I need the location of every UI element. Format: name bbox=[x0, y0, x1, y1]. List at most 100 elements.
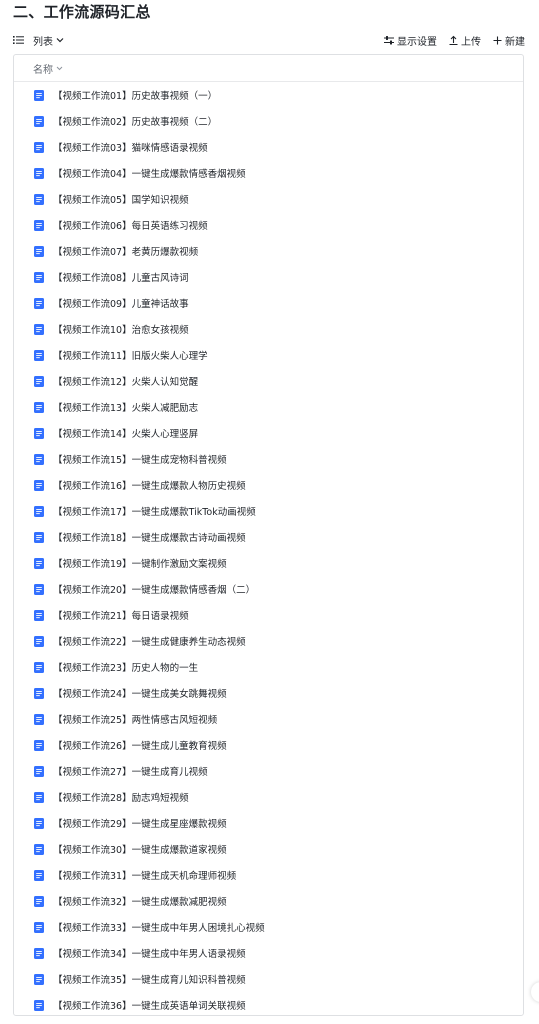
display-settings-button[interactable]: 显示设置 bbox=[384, 33, 437, 48]
list-item-label: 【视频工作流23】历史人物的一生 bbox=[53, 663, 199, 674]
document-icon bbox=[34, 947, 44, 959]
document-icon bbox=[34, 921, 44, 933]
list-item[interactable]: 【视频工作流31】一键生成天机命理师视频 bbox=[14, 862, 523, 888]
list-item-label: 【视频工作流22】一键生成健康养生动态视频 bbox=[53, 637, 246, 648]
list-item[interactable]: 【视频工作流29】一键生成星座爆款视频 bbox=[14, 810, 523, 836]
document-icon bbox=[34, 401, 44, 413]
floating-help-button[interactable] bbox=[531, 982, 539, 1002]
document-icon bbox=[34, 453, 44, 465]
list-item[interactable]: 【视频工作流22】一键生成健康养生动态视频 bbox=[14, 628, 523, 654]
display-settings-label: 显示设置 bbox=[397, 36, 437, 48]
view-mode-dropdown[interactable]: 列表 bbox=[13, 33, 64, 48]
list-item-label: 【视频工作流32】一键生成爆款减肥视频 bbox=[53, 897, 227, 908]
list-item[interactable]: 【视频工作流17】一键生成爆款TikTok动画视频 bbox=[14, 498, 523, 524]
document-icon bbox=[34, 713, 44, 725]
document-icon bbox=[34, 843, 44, 855]
list-item-label: 【视频工作流15】一键生成宠物科普视频 bbox=[53, 455, 227, 466]
list-item[interactable]: 【视频工作流08】儿童古风诗词 bbox=[14, 264, 523, 290]
upload-icon bbox=[449, 35, 458, 45]
list-item[interactable]: 【视频工作流18】一键生成爆款古诗动画视频 bbox=[14, 524, 523, 550]
list-item-label: 【视频工作流17】一键生成爆款TikTok动画视频 bbox=[53, 507, 256, 518]
list-item[interactable]: 【视频工作流24】一键生成美女跳舞视频 bbox=[14, 680, 523, 706]
list-item[interactable]: 【视频工作流06】每日英语练习视频 bbox=[14, 212, 523, 238]
list-item[interactable]: 【视频工作流33】一键生成中年男人困境扎心视频 bbox=[14, 914, 523, 940]
list-item[interactable]: 【视频工作流30】一键生成爆款道家视频 bbox=[14, 836, 523, 862]
document-icon bbox=[34, 349, 44, 361]
list-item[interactable]: 【视频工作流15】一键生成宠物科普视频 bbox=[14, 446, 523, 472]
list-item[interactable]: 【视频工作流35】一键生成育儿知识科普视频 bbox=[14, 966, 523, 992]
list-item[interactable]: 【视频工作流16】一键生成爆款人物历史视频 bbox=[14, 472, 523, 498]
list-item[interactable]: 【视频工作流26】一键生成儿童教育视频 bbox=[14, 732, 523, 758]
list-view-icon bbox=[13, 35, 24, 45]
list-item[interactable]: 【视频工作流03】猫咪情感语录视频 bbox=[14, 134, 523, 160]
list-item[interactable]: 【视频工作流10】治愈女孩视频 bbox=[14, 316, 523, 342]
list-item-label: 【视频工作流06】每日英语练习视频 bbox=[53, 221, 208, 232]
document-icon bbox=[34, 271, 44, 283]
list-item-label: 【视频工作流33】一键生成中年男人困境扎心视频 bbox=[53, 923, 265, 934]
list-item-label: 【视频工作流34】一键生成中年男人语录视频 bbox=[53, 949, 246, 960]
list-item-label: 【视频工作流27】一键生成育儿视频 bbox=[53, 767, 208, 778]
list-item[interactable]: 【视频工作流04】一键生成爆款情感香烟视频 bbox=[14, 160, 523, 186]
list-item-label: 【视频工作流26】一键生成儿童教育视频 bbox=[53, 741, 227, 752]
document-icon bbox=[34, 739, 44, 751]
page-title: 二、工作流源码汇总 bbox=[13, 3, 151, 21]
document-icon bbox=[34, 557, 44, 569]
list-item-label: 【视频工作流16】一键生成爆款人物历史视频 bbox=[53, 481, 246, 492]
list-item-label: 【视频工作流10】治愈女孩视频 bbox=[53, 325, 189, 336]
file-list-panel: 名称 【视频工作流01】历史故事视频（一） 【视频工作流02】历史故事视频（二）【… bbox=[13, 54, 524, 1016]
toolbar-actions: 显示设置 上传 新建 bbox=[384, 33, 525, 48]
list-item-label: 【视频工作流18】一键生成爆款古诗动画视频 bbox=[53, 533, 246, 544]
list-item[interactable]: 【视频工作流01】历史故事视频（一） bbox=[14, 82, 523, 108]
list-item-label: 【视频工作流30】一键生成爆款道家视频 bbox=[53, 845, 227, 856]
document-icon bbox=[34, 89, 44, 101]
document-icon bbox=[34, 375, 44, 387]
list-item[interactable]: 【视频工作流36】一键生成英语单词关联视频 bbox=[14, 992, 523, 1015]
list-item[interactable]: 【视频工作流02】历史故事视频（二） bbox=[14, 108, 523, 134]
document-icon bbox=[34, 297, 44, 309]
list-item-label: 【视频工作流19】一键制作激励文案视频 bbox=[53, 559, 227, 570]
list-item[interactable]: 【视频工作流27】一键生成育儿视频 bbox=[14, 758, 523, 784]
list-item[interactable]: 【视频工作流14】火柴人心理竖屏 bbox=[14, 420, 523, 446]
list-item[interactable]: 【视频工作流34】一键生成中年男人语录视频 bbox=[14, 940, 523, 966]
list-item[interactable]: 【视频工作流23】历史人物的一生 bbox=[14, 654, 523, 680]
document-icon bbox=[34, 661, 44, 673]
list-item[interactable]: 【视频工作流21】每日语录视频 bbox=[14, 602, 523, 628]
document-icon bbox=[34, 167, 44, 179]
list-item-label: 【视频工作流35】一键生成育儿知识科普视频 bbox=[53, 975, 246, 986]
document-icon bbox=[34, 999, 44, 1011]
list-item[interactable]: 【视频工作流11】旧版火柴人心理学 bbox=[14, 342, 523, 368]
list-item[interactable]: 【视频工作流09】儿童神话故事 bbox=[14, 290, 523, 316]
document-icon bbox=[34, 635, 44, 647]
document-icon bbox=[34, 427, 44, 439]
list-item[interactable]: 【视频工作流12】火柴人认知觉醒 bbox=[14, 368, 523, 394]
list-item-label: 【视频工作流08】儿童古风诗词 bbox=[53, 273, 189, 284]
name-column-header[interactable]: 名称 bbox=[14, 55, 523, 82]
document-icon bbox=[34, 583, 44, 595]
list-item[interactable]: 【视频工作流13】火柴人减肥励志 bbox=[14, 394, 523, 420]
document-icon bbox=[34, 505, 44, 517]
list-item-label: 【视频工作流01】历史故事视频（一） bbox=[53, 91, 218, 102]
chevron-down-icon bbox=[56, 63, 63, 74]
list-item-label: 【视频工作流13】火柴人减肥励志 bbox=[53, 403, 199, 414]
new-button[interactable]: 新建 bbox=[493, 33, 525, 48]
list-item[interactable]: 【视频工作流20】一键生成爆款情感香烟（二） bbox=[14, 576, 523, 602]
list-item[interactable]: 【视频工作流32】一键生成爆款减肥视频 bbox=[14, 888, 523, 914]
plus-icon bbox=[493, 36, 502, 45]
upload-button[interactable]: 上传 bbox=[449, 33, 481, 48]
document-icon bbox=[34, 609, 44, 621]
list-item[interactable]: 【视频工作流28】励志鸡短视频 bbox=[14, 784, 523, 810]
view-mode-label: 列表 bbox=[33, 36, 53, 48]
page: 二、工作流源码汇总 列表 显示设置 上传 新建 名称 【视频工作流01】历史故事… bbox=[0, 0, 539, 1024]
document-icon bbox=[34, 141, 44, 153]
document-icon bbox=[34, 531, 44, 543]
list-item[interactable]: 【视频工作流05】国学知识视频 bbox=[14, 186, 523, 212]
document-icon bbox=[34, 817, 44, 829]
list-item[interactable]: 【视频工作流19】一键制作激励文案视频 bbox=[14, 550, 523, 576]
document-icon bbox=[34, 973, 44, 985]
chevron-down-icon bbox=[56, 37, 64, 43]
list-item[interactable]: 【视频工作流25】两性情感古风短视频 bbox=[14, 706, 523, 732]
list-item-label: 【视频工作流14】火柴人心理竖屏 bbox=[53, 429, 199, 440]
list-item-label: 【视频工作流12】火柴人认知觉醒 bbox=[53, 377, 199, 388]
list-item[interactable]: 【视频工作流07】老黄历爆款视频 bbox=[14, 238, 523, 264]
document-icon bbox=[34, 895, 44, 907]
